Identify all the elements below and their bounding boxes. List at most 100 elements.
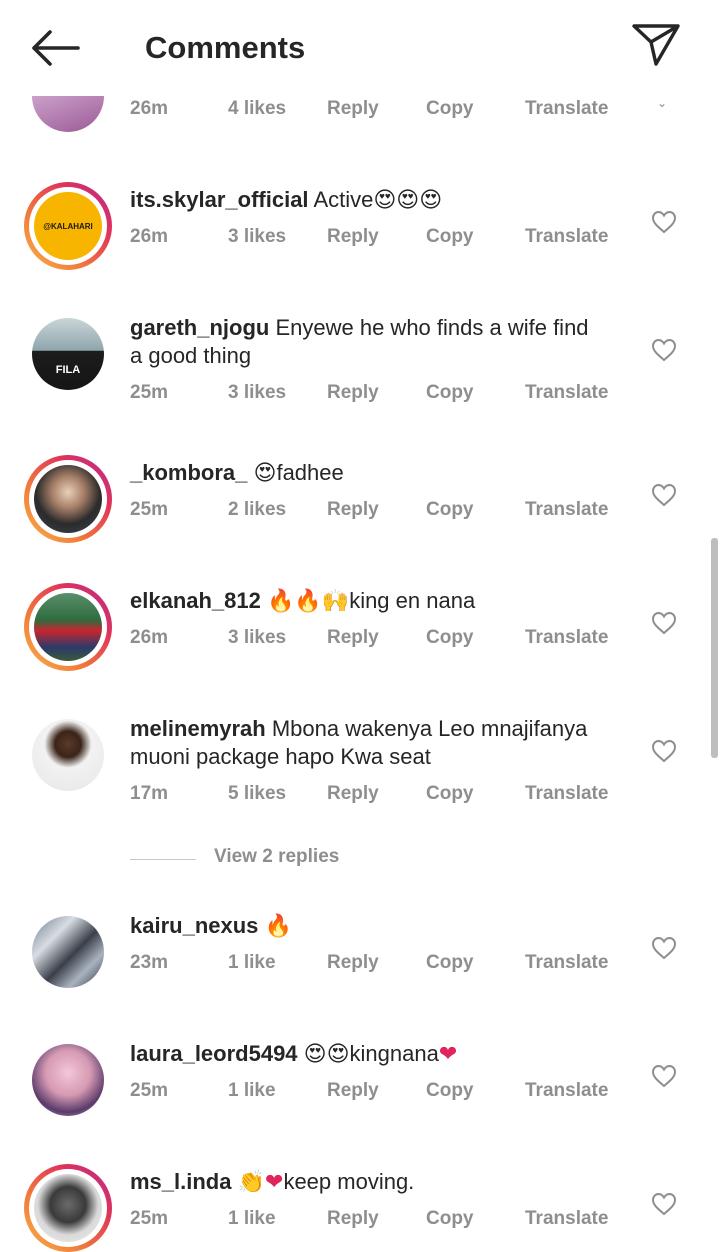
reply-button[interactable]: Reply bbox=[327, 98, 379, 120]
translate-button[interactable]: Translate bbox=[525, 783, 608, 805]
copy-button[interactable]: Copy bbox=[426, 1208, 474, 1230]
heart-icon[interactable] bbox=[651, 936, 677, 960]
translate-button[interactable]: Translate bbox=[525, 952, 608, 974]
comment-time: 17m bbox=[130, 783, 169, 804]
arrow-left-icon bbox=[32, 30, 80, 66]
copy-button[interactable]: Copy bbox=[426, 1080, 474, 1102]
comment-body-line2: muoni package hapo Kwa seat bbox=[130, 744, 431, 769]
comment-emoji-2: ❤ bbox=[438, 1042, 458, 1067]
comment-time: 25m bbox=[130, 499, 169, 520]
comment-text: melinemyrah Mbona wakenya Leo mnajifanya… bbox=[130, 715, 630, 771]
copy-button[interactable]: Copy bbox=[426, 783, 474, 805]
heart-icon[interactable] bbox=[651, 1064, 677, 1088]
avatar[interactable] bbox=[32, 719, 104, 791]
header: Comments bbox=[0, 0, 720, 96]
comment-username[interactable]: elkanah_812 bbox=[130, 588, 261, 613]
comment-username[interactable]: kairu_nexus bbox=[130, 913, 258, 938]
comment-meta: 25m 2 likes Reply Copy Translate bbox=[0, 499, 720, 527]
comment-body: keep moving. bbox=[283, 1169, 415, 1194]
share-button[interactable] bbox=[630, 22, 682, 68]
translate-button[interactable]: Translate bbox=[525, 226, 608, 248]
translate-button[interactable]: Translate bbox=[525, 382, 608, 404]
comment-meta: 26m 4 likes Reply Copy Translate bbox=[0, 98, 720, 126]
likes-count[interactable]: 3 likes bbox=[228, 382, 286, 404]
translate-button[interactable]: Translate bbox=[525, 1080, 608, 1102]
reply-button[interactable]: Reply bbox=[327, 226, 379, 248]
comment-emoji: 🔥🔥🙌 bbox=[267, 589, 350, 614]
reply-button[interactable]: Reply bbox=[327, 499, 379, 521]
comment-meta: 26m 3 likes Reply Copy Translate bbox=[0, 226, 720, 254]
heart-icon[interactable] bbox=[651, 210, 677, 234]
likes-count[interactable]: 1 like bbox=[228, 952, 276, 974]
comment-body: king en nana bbox=[349, 588, 476, 613]
likes-count[interactable]: 1 like bbox=[228, 1080, 276, 1102]
translate-button[interactable]: Translate bbox=[525, 627, 608, 649]
page-title: Comments bbox=[145, 30, 306, 65]
copy-button[interactable]: Copy bbox=[426, 499, 474, 521]
reply-button[interactable]: Reply bbox=[327, 783, 379, 805]
translate-button[interactable]: Translate bbox=[525, 1208, 608, 1230]
comment-body: fadhee bbox=[276, 460, 344, 485]
comment-meta: 25m 3 likes Reply Copy Translate bbox=[0, 382, 720, 410]
comment-meta: 23m 1 like Reply Copy Translate bbox=[0, 952, 720, 980]
back-button[interactable] bbox=[30, 28, 82, 68]
translate-button[interactable]: Translate bbox=[525, 98, 608, 120]
reply-button[interactable]: Reply bbox=[327, 382, 379, 404]
reply-button[interactable]: Reply bbox=[327, 1080, 379, 1102]
divider bbox=[130, 859, 196, 860]
scrollbar[interactable] bbox=[711, 538, 718, 758]
avatar-label: FILA bbox=[55, 364, 81, 376]
comment-username[interactable]: its.skylar_official bbox=[130, 187, 309, 212]
heart-icon[interactable] bbox=[651, 739, 677, 763]
heart-icon[interactable] bbox=[651, 1192, 677, 1216]
comment-meta: 25m 1 like Reply Copy Translate bbox=[0, 1208, 720, 1236]
translate-button[interactable]: Translate bbox=[525, 499, 608, 521]
comment-username[interactable]: gareth_njogu bbox=[130, 315, 269, 340]
comment-text: ms_l.inda 👏❤keep moving. bbox=[130, 1168, 630, 1197]
view-replies: View 2 replies bbox=[130, 846, 430, 874]
comment-meta: 17m 5 likes Reply Copy Translate bbox=[0, 783, 720, 811]
heart-icon[interactable] bbox=[651, 338, 677, 362]
chevron-down-icon: ⌄ bbox=[657, 96, 668, 110]
likes-count[interactable]: 4 likes bbox=[228, 98, 286, 120]
comment-username[interactable]: laura_leord5494 bbox=[130, 1041, 298, 1066]
likes-count[interactable]: 3 likes bbox=[228, 627, 286, 649]
comment-username[interactable]: melinemyrah bbox=[130, 716, 266, 741]
comment-body: Active bbox=[313, 187, 374, 212]
reply-button[interactable]: Reply bbox=[327, 627, 379, 649]
heart-icon[interactable] bbox=[651, 611, 677, 635]
comment-time: 26m bbox=[130, 627, 169, 648]
avatar[interactable]: FILA bbox=[32, 318, 104, 390]
reply-button[interactable]: Reply bbox=[327, 1208, 379, 1230]
comment-text: its.skylar_official Active😍😍😍 bbox=[130, 186, 630, 215]
comment-text: _kombora_ 😍fadhee bbox=[130, 459, 630, 488]
comment-body: Mbona wakenya Leo mnajifanya bbox=[271, 716, 588, 741]
comment-username[interactable]: ms_l.inda bbox=[130, 1169, 231, 1194]
comment-meta: 25m 1 like Reply Copy Translate bbox=[0, 1080, 720, 1108]
copy-button[interactable]: Copy bbox=[426, 382, 474, 404]
comment-emoji: 😍 bbox=[253, 461, 277, 486]
copy-button[interactable]: Copy bbox=[426, 98, 474, 120]
likes-count[interactable]: 5 likes bbox=[228, 783, 286, 805]
likes-count[interactable]: 3 likes bbox=[228, 226, 286, 248]
likes-count[interactable]: 1 like bbox=[228, 1208, 276, 1230]
comment-emoji: 👏❤ bbox=[237, 1170, 284, 1195]
comment-time: 25m bbox=[130, 382, 169, 403]
likes-count[interactable]: 2 likes bbox=[228, 499, 286, 521]
comment-emoji: 😍😍 bbox=[303, 1042, 350, 1067]
comment-text: kairu_nexus 🔥 bbox=[130, 912, 630, 941]
copy-button[interactable]: Copy bbox=[426, 627, 474, 649]
view-replies-button[interactable]: View 2 replies bbox=[214, 846, 339, 868]
comment-text: laura_leord5494 😍😍kingnana❤ bbox=[130, 1040, 630, 1069]
comment-body-line2: a good thing bbox=[130, 343, 252, 368]
comment-username[interactable]: _kombora_ bbox=[130, 460, 247, 485]
reply-button[interactable]: Reply bbox=[327, 952, 379, 974]
copy-button[interactable]: Copy bbox=[426, 226, 474, 248]
copy-button[interactable]: Copy bbox=[426, 952, 474, 974]
comment-emoji: 😍😍😍 bbox=[373, 188, 443, 213]
comment-time: 23m bbox=[130, 952, 169, 973]
heart-icon[interactable] bbox=[651, 483, 677, 507]
comment-text: elkanah_812 🔥🔥🙌king en nana bbox=[130, 587, 630, 616]
comment-text: gareth_njogu Enyewe he who finds a wife … bbox=[130, 314, 630, 370]
comment-time: 25m bbox=[130, 1208, 169, 1229]
